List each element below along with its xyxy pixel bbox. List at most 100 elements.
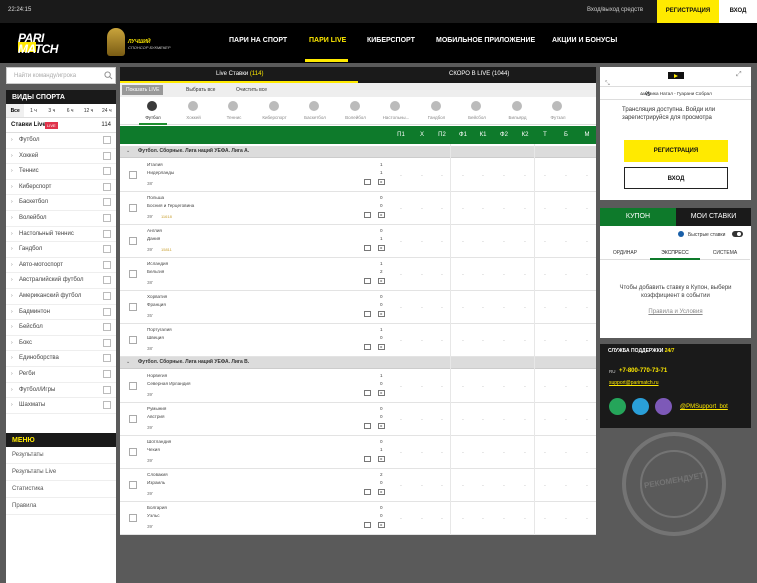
odds-cell[interactable]: -	[413, 483, 431, 489]
select-all-button[interactable]: Выбрать все	[182, 85, 219, 95]
odds-cell[interactable]: -	[495, 483, 513, 489]
odds-cell[interactable]: -	[536, 206, 554, 212]
odds-cell[interactable]: -	[536, 417, 554, 423]
sport-tab[interactable]: Теннис	[214, 97, 254, 125]
match-row[interactable]: Польша Босния и Герцеговина 39' 11618 0 0 ▸ - - -…	[120, 192, 596, 225]
stream-icon[interactable]: ▸	[378, 179, 385, 185]
odds-cell[interactable]: -	[413, 384, 431, 390]
sport-checkbox[interactable]	[103, 213, 111, 222]
odds-cell[interactable]: -	[454, 338, 472, 344]
odds-cell[interactable]: -	[516, 338, 534, 344]
menu-item-statistics[interactable]: Статистика	[6, 481, 116, 498]
tab-soon-live[interactable]: СКОРО В LIVE (1044)	[449, 71, 509, 77]
odds-cell[interactable]: -	[536, 305, 554, 311]
menu-item-rules[interactable]: Правила	[6, 498, 116, 515]
odds-cell[interactable]: -	[413, 450, 431, 456]
sport-item[interactable]: › Бадминтон	[6, 305, 116, 321]
sport-item[interactable]: › Единоборства	[6, 351, 116, 367]
rules-link[interactable]: Правила и Условия	[600, 309, 751, 315]
show-live-button[interactable]: Показать LIVE	[122, 85, 164, 95]
odds-cell[interactable]: -	[578, 483, 596, 489]
league-header[interactable]: ⌄ Футбол. Сборные. Лига наций УЕФА. Лига …	[120, 146, 596, 158]
sport-item[interactable]: › Авто-мотоспорт	[6, 258, 116, 274]
nav-sport[interactable]: ПАРИ НА СПОРТ	[229, 37, 287, 44]
stream-icon[interactable]: ▸	[378, 212, 385, 218]
league-header[interactable]: ⌄ Футбол. Сборные. Лига наций УЕФА. Лига …	[120, 357, 596, 369]
odds-cell[interactable]: -	[413, 206, 431, 212]
match-row[interactable]: Болгария Уэльс 39' 0 0 ▸ - - - - - - - - - -	[120, 502, 596, 535]
live-bets-item[interactable]: Ставки Live LIVE 114	[6, 118, 116, 133]
odds-cell[interactable]: -	[516, 450, 534, 456]
odds-cell[interactable]: -	[578, 450, 596, 456]
register-button[interactable]: РЕГИСТРАЦИЯ	[657, 0, 719, 23]
sport-checkbox[interactable]	[103, 338, 111, 347]
odds-cell[interactable]: -	[474, 206, 492, 212]
match-checkbox[interactable]	[129, 171, 137, 179]
stats-icon[interactable]	[364, 212, 371, 218]
odds-cell[interactable]: -	[495, 450, 513, 456]
odds-cell[interactable]: -	[474, 173, 492, 179]
odds-cell[interactable]: -	[536, 384, 554, 390]
odds-cell[interactable]: -	[557, 305, 575, 311]
odds-cell[interactable]: -	[495, 305, 513, 311]
range-12h[interactable]: 12 ч	[79, 104, 97, 117]
odds-cell[interactable]: -	[495, 384, 513, 390]
odds-cell[interactable]: -	[578, 206, 596, 212]
sport-item[interactable]: › Баскетбол	[6, 195, 116, 211]
stats-icon[interactable]	[364, 522, 371, 528]
info-icon[interactable]	[678, 231, 684, 237]
odds-cell[interactable]: -	[557, 272, 575, 278]
sport-item[interactable]: › Австралийский футбол	[6, 273, 116, 289]
odds-cell[interactable]: -	[557, 450, 575, 456]
odds-cell[interactable]: -	[495, 338, 513, 344]
match-row[interactable]: Исландия Бельгия 38' 1 2 ▸ - - - - - - - - - -	[120, 258, 596, 291]
sport-tab[interactable]: Гандбол	[417, 97, 457, 125]
sport-tab[interactable]: Бейсбол	[457, 97, 497, 125]
odds-cell[interactable]: -	[454, 516, 472, 522]
odds-cell[interactable]: -	[413, 173, 431, 179]
sport-checkbox[interactable]	[103, 182, 111, 191]
odds-cell[interactable]: -	[433, 305, 451, 311]
sport-checkbox[interactable]	[103, 229, 111, 238]
odds-cell[interactable]: -	[474, 272, 492, 278]
stream-register-button[interactable]: РЕГИСТРАЦИЯ	[624, 140, 728, 162]
stream-icon[interactable]: ▸	[378, 278, 385, 284]
odds-cell[interactable]: -	[433, 173, 451, 179]
odds-cell[interactable]: -	[433, 272, 451, 278]
odds-cell[interactable]: -	[557, 417, 575, 423]
odds-cell[interactable]: -	[516, 483, 534, 489]
match-row[interactable]: Шотландия Чехия 39' 0 1 ▸ - - - - - - - - - -	[120, 436, 596, 469]
sport-item[interactable]: › Гандбол	[6, 242, 116, 258]
tab-my-bets[interactable]: МОИ СТАВКИ	[676, 208, 751, 226]
odds-cell[interactable]: -	[495, 239, 513, 245]
odds-cell[interactable]: -	[536, 516, 554, 522]
tab-coupon[interactable]: КУПОН	[600, 208, 676, 226]
odds-cell[interactable]: -	[413, 338, 431, 344]
sport-checkbox[interactable]	[103, 151, 111, 160]
sport-tab[interactable]: Бильярд	[498, 97, 538, 125]
odds-cell[interactable]: -	[454, 206, 472, 212]
match-checkbox[interactable]	[129, 303, 137, 311]
stream-icon[interactable]: ▸	[378, 390, 385, 396]
stream-icon[interactable]: ▸	[378, 245, 385, 251]
sport-item[interactable]: › Бейсбол	[6, 320, 116, 336]
odds-cell[interactable]: -	[516, 305, 534, 311]
sport-tab[interactable]: Баскетбол	[295, 97, 335, 125]
odds-cell[interactable]: -	[392, 417, 410, 423]
odds-cell[interactable]: -	[474, 483, 492, 489]
odds-cell[interactable]: -	[578, 173, 596, 179]
odds-cell[interactable]: -	[433, 239, 451, 245]
odds-cell[interactable]: -	[495, 516, 513, 522]
odds-cell[interactable]: -	[433, 338, 451, 344]
stats-icon[interactable]	[364, 179, 371, 185]
odds-cell[interactable]: -	[557, 516, 575, 522]
odds-cell[interactable]: -	[413, 239, 431, 245]
stats-icon[interactable]	[364, 423, 371, 429]
sport-checkbox[interactable]	[103, 276, 111, 285]
odds-cell[interactable]: -	[578, 417, 596, 423]
odds-cell[interactable]: -	[392, 173, 410, 179]
stats-icon[interactable]	[364, 344, 371, 350]
match-row[interactable]: Португалия Швеция 38' 1 0 ▸ - - - - - - - - - -	[120, 324, 596, 357]
odds-cell[interactable]: -	[516, 417, 534, 423]
match-checkbox[interactable]	[129, 270, 137, 278]
